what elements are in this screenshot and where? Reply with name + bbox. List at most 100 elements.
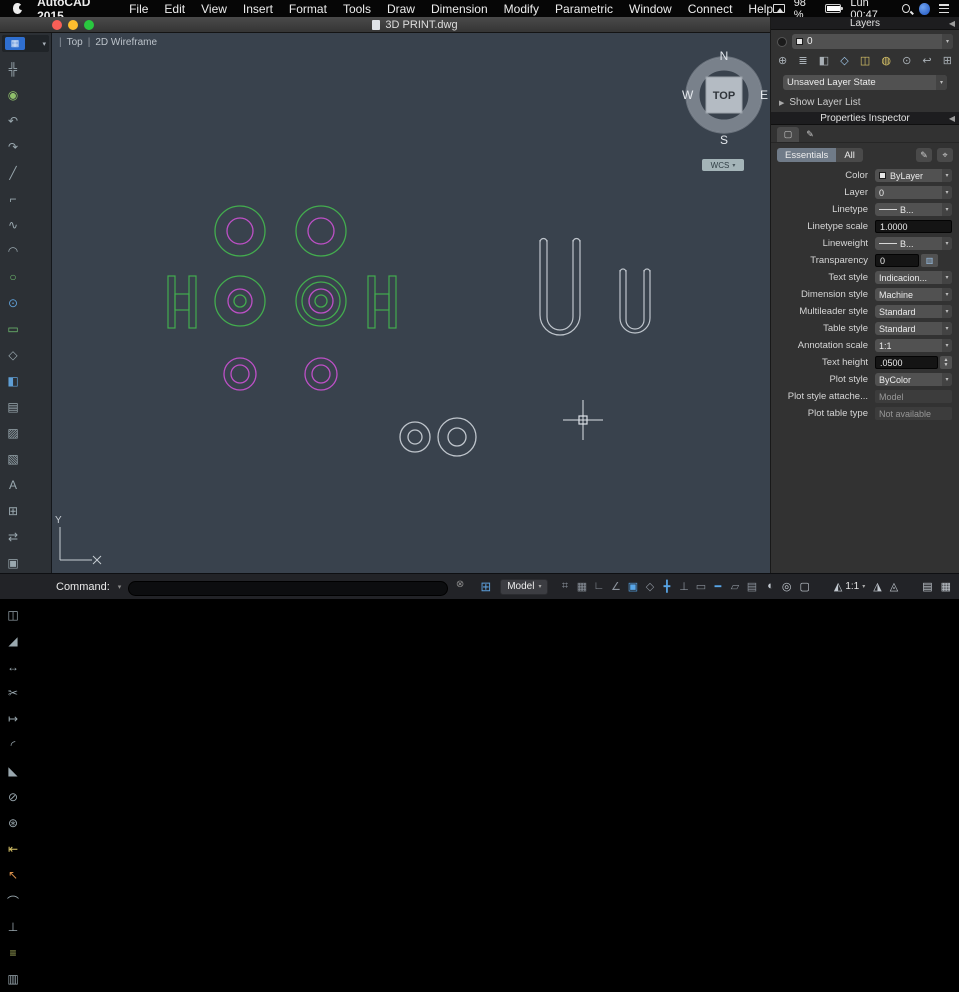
selection-cycling-toggle[interactable]: ▤	[745, 580, 758, 593]
osnap-toggle[interactable]: ▣	[626, 580, 639, 593]
annotation-autoscale-icon[interactable]: ◬	[890, 580, 898, 593]
zoom-status-icon[interactable]: ◎	[782, 580, 792, 593]
menu-file[interactable]: File	[129, 2, 148, 16]
menu-dimension[interactable]: Dimension	[431, 2, 488, 16]
scale-tool-icon[interactable]: ◢	[0, 628, 26, 654]
hatch-tool-icon[interactable]: ▨	[0, 420, 26, 446]
text-height-input[interactable]: .0500	[875, 356, 938, 369]
menu-format[interactable]: Format	[289, 2, 327, 16]
isolate-layer-icon[interactable]: ◧	[819, 54, 829, 67]
annotation-scale-dropdown[interactable]: 1:1 ▾	[875, 339, 952, 352]
trim-tool-icon[interactable]: ✂	[0, 680, 26, 706]
layer-state-dropdown[interactable]: Unsaved Layer State ▾	[783, 75, 947, 90]
display-performance-icon[interactable]: ▢	[799, 580, 809, 593]
tool-set-selector[interactable]: ▦ ▾	[2, 35, 49, 52]
essentials-tab[interactable]: Essentials	[777, 148, 837, 162]
transparency-slider-icon[interactable]: ▥	[921, 254, 938, 267]
spotlight-icon[interactable]	[901, 4, 911, 13]
menu-edit[interactable]: Edit	[164, 2, 185, 16]
stretch-tool-icon[interactable]: ↔	[0, 654, 26, 680]
match-properties-icon[interactable]: ✎	[916, 148, 932, 162]
insert-block-tool-icon[interactable]: ◧	[0, 368, 26, 394]
circle-tool-icon[interactable]: ○	[0, 264, 26, 290]
apple-icon[interactable]	[13, 3, 25, 14]
color-dropdown[interactable]: ByLayer ▾	[875, 169, 952, 182]
dimension-tool-icon[interactable]: ⇤	[0, 836, 26, 862]
erase-tool-icon[interactable]: ⊘	[0, 784, 26, 810]
redo-tool-icon[interactable]: ↷	[0, 134, 26, 160]
multileader-style-dropdown[interactable]: Standard ▾	[875, 305, 952, 318]
collapse-panel-icon[interactable]: ◀	[949, 19, 955, 28]
model-space-canvas[interactable]: Y | Top | 2D Wireframe TOP N S W E WCS ▾	[52, 33, 770, 573]
orbit-tool-icon[interactable]: ◉	[0, 82, 26, 108]
undo-tool-icon[interactable]: ↶	[0, 108, 26, 134]
current-layer-dropdown[interactable]: 0 ▾	[792, 34, 953, 49]
annotation-visibility-icon[interactable]: ◮	[873, 580, 881, 593]
polygon-tool-icon[interactable]: ◇	[0, 342, 26, 368]
menu-view[interactable]: View	[201, 2, 227, 16]
measure-tool-icon[interactable]: ⌒	[0, 888, 26, 914]
leader-tool-icon[interactable]: ↖	[0, 862, 26, 888]
dimension-style-dropdown[interactable]: Machine ▾	[875, 288, 952, 301]
transparency-toggle[interactable]: ▱	[728, 580, 741, 593]
table-style-dropdown[interactable]: Standard ▾	[875, 322, 952, 335]
pan-tool-icon[interactable]: ╬	[0, 56, 26, 82]
viewport-view-label[interactable]: Top	[67, 37, 83, 48]
menu-modify[interactable]: Modify	[504, 2, 539, 16]
osnap3d-toggle[interactable]: ◇	[643, 580, 656, 593]
menu-draw[interactable]: Draw	[387, 2, 415, 16]
value-stepper[interactable]: ▲ ▼	[940, 356, 952, 369]
layer-dropdown[interactable]: 0 ▾	[875, 186, 952, 199]
dyn-input-toggle[interactable]: ▭	[694, 580, 707, 593]
ortho-toggle[interactable]: ∟	[592, 580, 605, 593]
linetype-scale-input[interactable]: 1.0000	[875, 220, 952, 233]
mirror-tool-icon[interactable]: ◫	[0, 602, 26, 628]
viewcube[interactable]: TOP N S W E	[674, 45, 770, 147]
table-tool-icon[interactable]: ⊞	[0, 498, 26, 524]
spline-tool-icon[interactable]: ∿	[0, 212, 26, 238]
menu-connect[interactable]: Connect	[688, 2, 733, 16]
ellipse-tool-icon[interactable]: ⊙	[0, 290, 26, 316]
arc-tool-icon[interactable]: ◠	[0, 238, 26, 264]
layers-tool-icon[interactable]: ≡	[0, 940, 26, 966]
show-layer-list-toggle[interactable]: ▶ Show Layer List	[771, 92, 959, 112]
viewport-style-label[interactable]: 2D Wireframe	[95, 37, 157, 48]
viewcube-north[interactable]: N	[720, 49, 729, 63]
command-input[interactable]	[128, 580, 449, 596]
wcs-selector[interactable]: WCS ▾	[702, 159, 744, 171]
collapse-panel-icon[interactable]: ◀	[949, 114, 955, 123]
layer-states-icon[interactable]: ≣	[798, 54, 807, 67]
match-layer-icon[interactable]: ⊙	[902, 54, 911, 67]
extend-tool-icon[interactable]: ↦	[0, 706, 26, 732]
lock-layer-icon[interactable]: ◫	[860, 54, 870, 67]
ucs-tool-icon[interactable]: ⊥	[0, 914, 26, 940]
settings-tool-icon[interactable]: ▥	[0, 966, 26, 992]
isolate-objects-icon[interactable]: ◐	[767, 580, 774, 593]
plot-style-dropdown[interactable]: ByColor ▾	[875, 373, 952, 386]
freeze-layer-icon[interactable]: ◇	[840, 54, 848, 67]
rectangle-tool-icon[interactable]: ▭	[0, 316, 26, 342]
layer-off-icon[interactable]: ◍	[881, 54, 891, 67]
clear-command-icon[interactable]: ⊗	[456, 579, 464, 590]
text-style-dropdown[interactable]: Indicacion... ▾	[875, 271, 952, 284]
text-tool-icon[interactable]: A	[0, 472, 26, 498]
menu-insert[interactable]: Insert	[243, 2, 273, 16]
viewport-grid-icon[interactable]: ⊞	[480, 579, 491, 595]
line-tool-icon[interactable]: ╱	[0, 160, 26, 186]
viewcube-east[interactable]: E	[760, 88, 768, 102]
lineweight-dropdown[interactable]: B... ▾	[875, 237, 952, 250]
polar-toggle[interactable]: ∠	[609, 580, 622, 593]
transparency-input[interactable]: 0	[875, 254, 919, 267]
notification-center-icon[interactable]	[938, 4, 949, 13]
polyline-tool-icon[interactable]: ⌐	[0, 186, 26, 212]
grid-toggle[interactable]: ▦	[575, 580, 588, 593]
menu-help[interactable]: Help	[748, 2, 773, 16]
lineweight-toggle[interactable]: ━	[711, 580, 724, 593]
previous-layer-icon[interactable]: ↩	[922, 54, 931, 67]
explode-tool-icon[interactable]: ⊛	[0, 810, 26, 836]
model-space-button[interactable]: Model ▾	[500, 578, 549, 595]
menu-window[interactable]: Window	[629, 2, 672, 16]
menu-parametric[interactable]: Parametric	[555, 2, 613, 16]
command-history-toggle[interactable]: ▾	[118, 583, 122, 591]
displays-icon[interactable]: ▦	[941, 580, 951, 593]
